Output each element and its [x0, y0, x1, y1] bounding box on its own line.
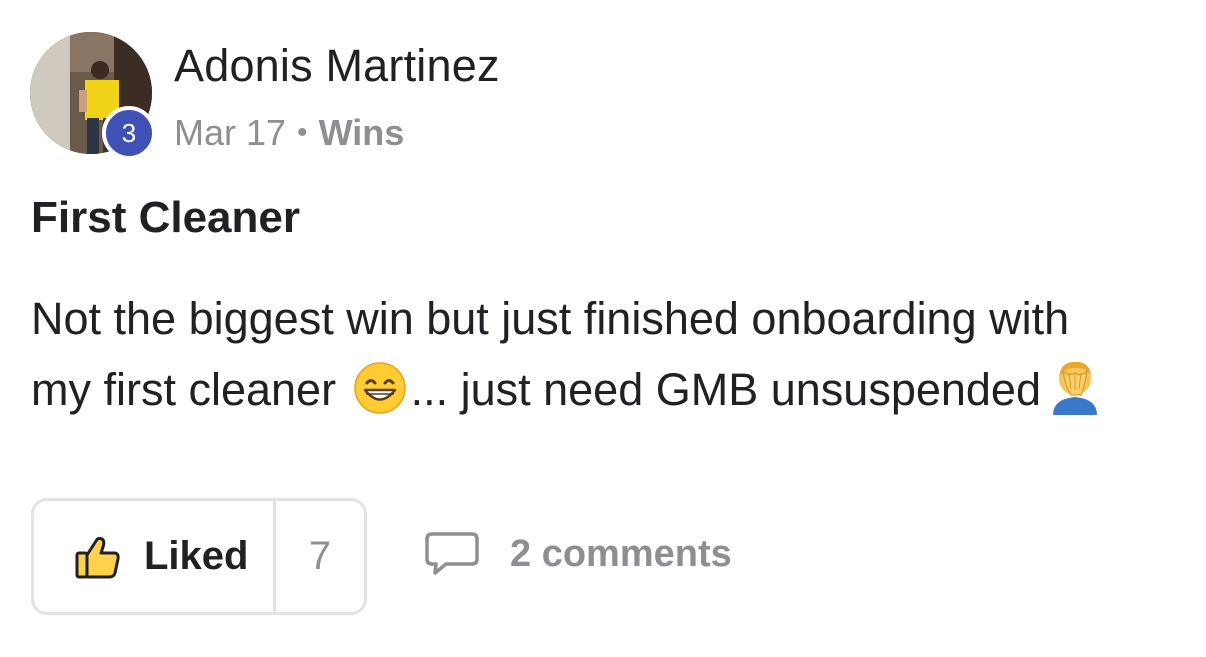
post-body-text-a: my first cleaner [31, 364, 337, 415]
post-category[interactable]: Wins [319, 112, 405, 154]
post-body-text-b: ... just need GMB unsuspended [410, 364, 1041, 415]
author-name[interactable]: Adonis Martinez [174, 40, 500, 92]
man-facepalming-emoji-icon [1045, 355, 1105, 415]
level-badge: 3 [102, 106, 156, 160]
post-body: Not the biggest win but just finished on… [31, 283, 1181, 425]
post-body-line-1: Not the biggest win but just finished on… [31, 293, 1070, 344]
post-title[interactable]: First Cleaner [31, 193, 300, 243]
grinning-face-emoji-icon [353, 361, 407, 415]
post-date[interactable]: Mar 17 [174, 112, 286, 154]
post-card: 3 Adonis Martinez Mar 17 • Wins First Cl… [0, 0, 1206, 657]
post-meta: Mar 17 • Wins [174, 112, 404, 154]
meta-separator: • [297, 116, 308, 149]
author-avatar-container[interactable]: 3 [30, 32, 156, 160]
like-toggle[interactable]: Liked [34, 501, 276, 612]
like-count[interactable]: 7 [276, 501, 364, 612]
like-button[interactable]: Liked 7 [31, 498, 367, 615]
like-label: Liked [144, 534, 249, 578]
post-body-line-2: my first cleaner ... just need GMB unsus… [31, 354, 1181, 425]
comments-link[interactable]: 2 comments [424, 530, 732, 578]
comments-label: 2 comments [510, 532, 732, 575]
thumbs-up-icon [74, 533, 122, 581]
comment-bubble-icon [424, 530, 480, 578]
